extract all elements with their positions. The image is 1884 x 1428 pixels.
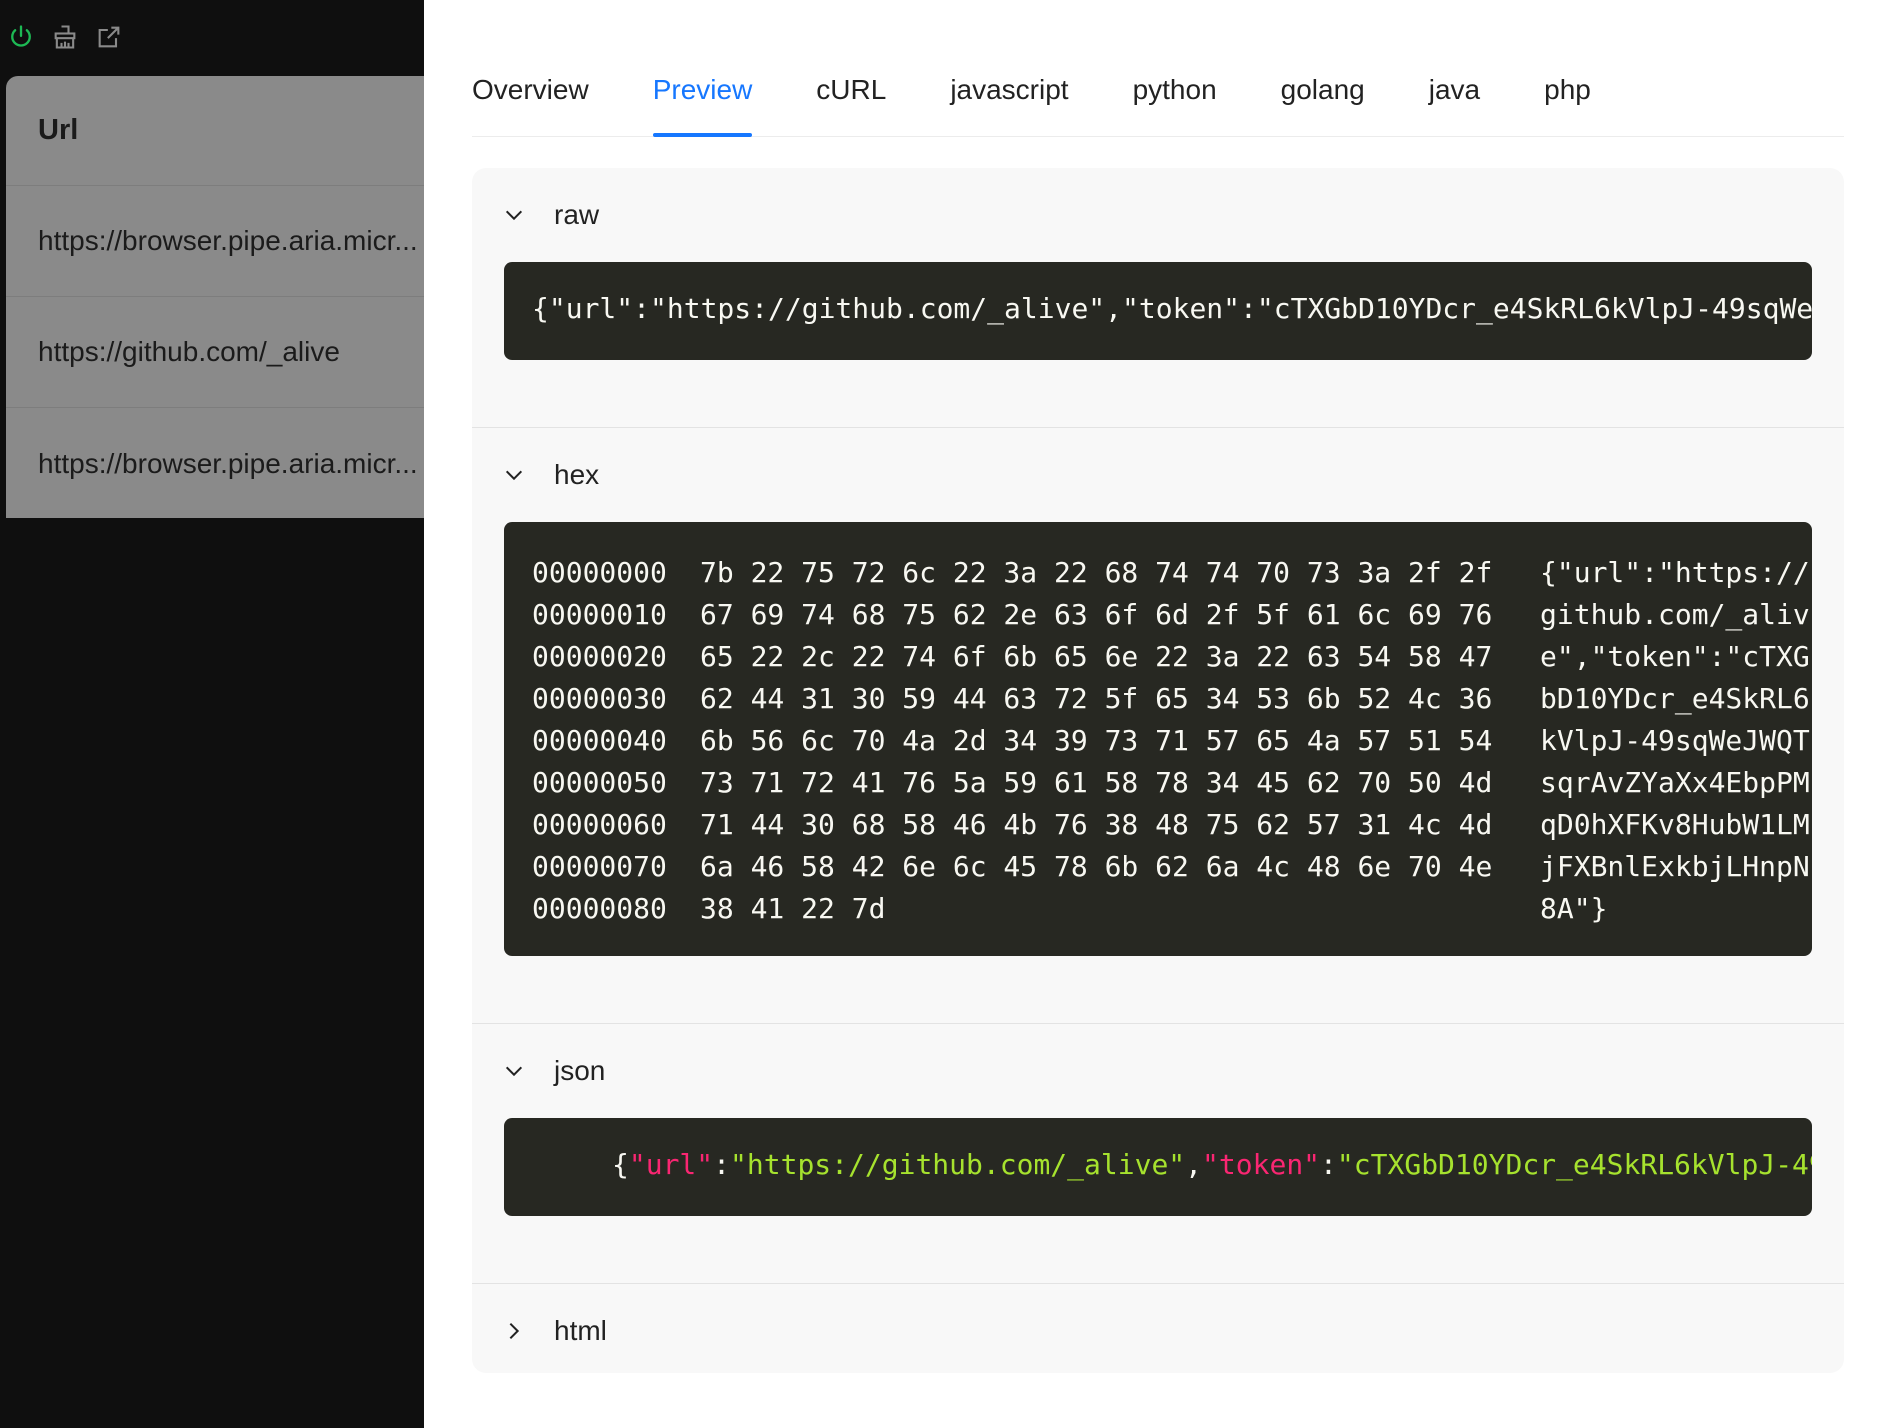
hex-ascii: kVlpJ-49sqWeJWQT xyxy=(1540,724,1810,757)
json-section: json {"url":"https://github.com/_alive",… xyxy=(472,1024,1844,1284)
hex-line: 00000000 7b 22 75 72 6c 22 3a 22 68 74 74… xyxy=(532,552,1812,594)
hex-offset: 00000030 xyxy=(532,682,667,715)
hex-ascii: e","token":"cTXG xyxy=(1540,640,1810,673)
detail-panel: Overview Preview cURL javascript python … xyxy=(424,0,1884,1428)
hex-section-title: hex xyxy=(554,459,600,490)
raw-section-title: raw xyxy=(554,199,600,230)
tab-preview[interactable]: Preview xyxy=(652,64,752,137)
tab-bar: Overview Preview cURL javascript python … xyxy=(472,64,1844,137)
table-row[interactable]: https://github.com/_alive xyxy=(6,297,424,408)
hex-bytes: 65 22 2c 22 74 6f 6b 65 6e 22 3a 22 63 5… xyxy=(700,640,1493,673)
chevron-right-icon xyxy=(500,1317,528,1345)
raw-code-block: {"url":"https://github.com/_alive","toke… xyxy=(504,262,1812,360)
hex-offset: 00000010 xyxy=(532,598,667,631)
tab-overview[interactable]: Overview xyxy=(472,64,589,136)
preview-collapse: raw {"url":"https://github.com/_alive","… xyxy=(472,168,1844,1373)
json-key-token: "token" xyxy=(1202,1148,1321,1181)
hex-bytes: 38 41 22 7d xyxy=(700,892,886,925)
json-colon: : xyxy=(1320,1148,1337,1181)
tab-java[interactable]: java xyxy=(1429,64,1480,136)
hex-code-block: 00000000 7b 22 75 72 6c 22 3a 22 68 74 74… xyxy=(504,522,1812,956)
json-colon: : xyxy=(713,1148,731,1181)
clear-button[interactable] xyxy=(50,22,80,52)
request-list-pane: Url https://browser.pipe.aria.micr... ht… xyxy=(0,0,424,1428)
hex-ascii: 8A"} xyxy=(1540,892,1608,925)
hex-line: 00000060 71 44 30 68 58 46 4b 76 38 48 75… xyxy=(532,804,1812,846)
hex-line: 00000030 62 44 31 30 59 44 63 72 5f 65 34… xyxy=(532,678,1812,720)
hex-line: 00000050 73 71 72 41 76 5a 59 61 58 78 34… xyxy=(532,762,1812,804)
external-link-icon xyxy=(98,26,120,48)
hex-ascii: bD10YDcr_e4SkRL6 xyxy=(1540,682,1810,715)
json-value-token: "cTXGbD10YDcr_e4SkRL6kVlpJ-49 xyxy=(1336,1148,1812,1181)
chevron-down-icon xyxy=(500,201,528,229)
chevron-down-icon xyxy=(500,461,528,489)
hex-section: hex 00000000 7b 22 75 72 6c 22 3a 22 68 7… xyxy=(472,428,1844,1024)
power-button[interactable] xyxy=(6,22,36,52)
hex-bytes: 67 69 74 68 75 62 2e 63 6f 6d 2f 5f 61 6… xyxy=(700,598,1493,631)
json-code-block: {"url":"https://github.com/_alive","toke… xyxy=(504,1118,1812,1216)
hex-bytes: 7b 22 75 72 6c 22 3a 22 68 74 74 70 73 3… xyxy=(700,556,1493,589)
toolbar xyxy=(6,20,124,54)
json-section-title: json xyxy=(554,1055,606,1086)
json-section-header[interactable]: json xyxy=(472,1024,1844,1118)
hex-line: 00000020 65 22 2c 22 74 6f 6b 65 6e 22 3a… xyxy=(532,636,1812,678)
json-comma: , xyxy=(1185,1148,1203,1181)
hex-offset: 00000020 xyxy=(532,640,667,673)
power-icon xyxy=(11,25,31,47)
hex-offset: 00000000 xyxy=(532,556,667,589)
table-row[interactable]: https://browser.pipe.aria.micr... xyxy=(6,408,424,518)
hex-ascii: sqrAvZYaXx4EbpPM xyxy=(1540,766,1810,799)
json-value-url: "https://github.com/_alive" xyxy=(730,1148,1186,1181)
broom-icon xyxy=(54,25,76,49)
hex-bytes: 62 44 31 30 59 44 63 72 5f 65 34 53 6b 5… xyxy=(700,682,1493,715)
tab-php[interactable]: php xyxy=(1544,64,1591,136)
raw-section: raw {"url":"https://github.com/_alive","… xyxy=(472,168,1844,428)
tab-python[interactable]: python xyxy=(1133,64,1217,136)
table-row[interactable]: https://browser.pipe.aria.micr... xyxy=(6,186,424,297)
url-table: Url https://browser.pipe.aria.micr... ht… xyxy=(6,76,424,518)
hex-line: 00000040 6b 56 6c 70 4a 2d 34 39 73 71 57… xyxy=(532,720,1812,762)
raw-section-header[interactable]: raw xyxy=(472,168,1844,262)
html-section: html xyxy=(472,1284,1844,1373)
hex-ascii: github.com/_aliv xyxy=(1540,598,1810,631)
hex-offset: 00000050 xyxy=(532,766,667,799)
tab-javascript[interactable]: javascript xyxy=(950,64,1068,136)
open-external-button[interactable] xyxy=(94,22,124,52)
hex-offset: 00000080 xyxy=(532,892,667,925)
hex-offset: 00000060 xyxy=(532,808,667,841)
url-column-header: Url xyxy=(6,76,424,186)
hex-ascii: qD0hXFKv8HubW1LM xyxy=(1540,808,1810,841)
html-section-header[interactable]: html xyxy=(472,1284,1844,1373)
chevron-down-icon xyxy=(500,1057,528,1085)
hex-bytes: 73 71 72 41 76 5a 59 61 58 78 34 45 62 7… xyxy=(700,766,1493,799)
hex-ascii: jFXBnlExkbjLHnpN xyxy=(1540,850,1810,883)
hex-line: 00000070 6a 46 58 42 6e 6c 45 78 6b 62 6a… xyxy=(532,846,1812,888)
hex-line: 00000010 67 69 74 68 75 62 2e 63 6f 6d 2f… xyxy=(532,594,1812,636)
json-brace: { xyxy=(612,1148,629,1181)
hex-section-header[interactable]: hex xyxy=(472,428,1844,522)
hex-line: 00000080 38 41 22 7d 8A"} xyxy=(532,888,1812,930)
hex-ascii: {"url":"https:// xyxy=(1540,556,1810,589)
tab-golang[interactable]: golang xyxy=(1281,64,1365,136)
hex-bytes: 6a 46 58 42 6e 6c 45 78 6b 62 6a 4c 48 6… xyxy=(700,850,1493,883)
json-key-url: "url" xyxy=(628,1148,714,1181)
html-section-title: html xyxy=(554,1315,607,1346)
hex-offset: 00000070 xyxy=(532,850,667,883)
tab-curl[interactable]: cURL xyxy=(816,64,886,136)
hex-bytes: 71 44 30 68 58 46 4b 76 38 48 75 62 57 3… xyxy=(700,808,1493,841)
hex-bytes: 6b 56 6c 70 4a 2d 34 39 73 71 57 65 4a 5… xyxy=(700,724,1493,757)
hex-offset: 00000040 xyxy=(532,724,667,757)
